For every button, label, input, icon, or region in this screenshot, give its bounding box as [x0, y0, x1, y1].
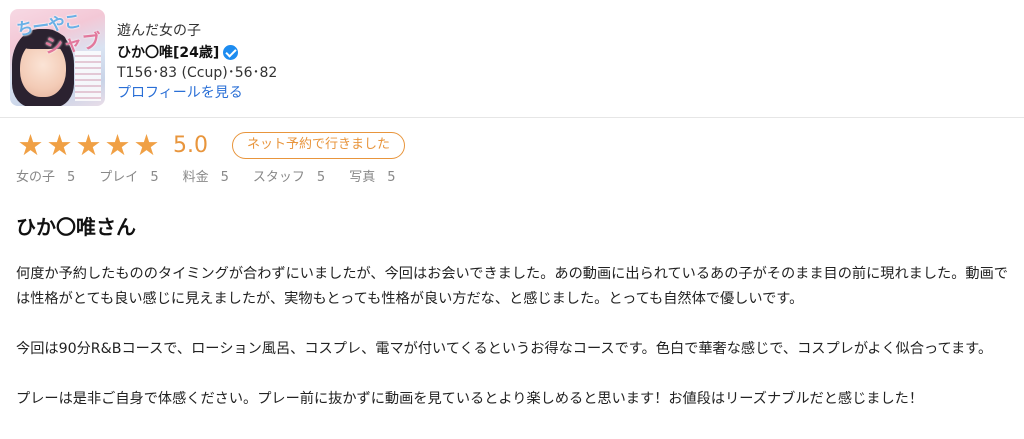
review-body: 何度か予約したもののタイミングが合わずにいましたが、今回はお会いできました。あの…	[16, 262, 1014, 437]
review-paragraph: 今回は90分R&Bコースで、ローション風呂、コスプレ、電マが付いてくるというお得…	[16, 341, 993, 357]
sub-rating-label: プレイ	[99, 170, 139, 185]
sub-rating-value: 5	[150, 170, 159, 185]
girl-info: 遊んだ女の子 ひか〇唯[24歳] T156･83 (Ccup)･56･82 プロ…	[117, 22, 277, 102]
sub-rating-label: スタッフ	[252, 170, 305, 185]
sub-rating-girl: 女の子 5	[16, 166, 75, 185]
sub-rating-value: 5	[387, 170, 396, 185]
sub-rating-price: 料金 5	[183, 166, 229, 185]
sub-rating-label: 料金	[182, 170, 209, 185]
sub-rating-value: 5	[316, 170, 326, 185]
avatar-side-panel	[75, 51, 101, 101]
girl-label: 遊んだ女の子	[117, 23, 201, 39]
sub-rating-photo: 写真 5	[349, 166, 395, 185]
visit-type-badge: ネット予約で行きました	[232, 131, 406, 159]
sub-rating-value: 5	[67, 170, 76, 185]
girl-spec: T156･83 (Ccup)･56･82	[117, 65, 278, 81]
girl-avatar[interactable]: ちーやこ シャブ	[10, 9, 105, 106]
girl-name-row: ひか〇唯[24歳]	[117, 42, 277, 62]
star-icon: ★	[133, 127, 160, 162]
star-icon: ★	[75, 127, 102, 162]
star-icon: ★	[46, 127, 73, 162]
sub-rating-value: 5	[220, 170, 229, 185]
star-rating: ★ ★ ★ ★ ★	[16, 127, 161, 162]
verified-badge-icon	[223, 44, 239, 60]
review-title: ひか〇唯さん	[16, 215, 136, 239]
rating-score: 5.0	[173, 132, 208, 158]
review-paragraph: 何度か予約したもののタイミングが合わずにいましたが、今回はお会いできました。あの…	[16, 266, 1008, 307]
star-icon: ★	[17, 127, 44, 162]
sub-rating-label: 女の子	[16, 170, 56, 185]
sub-rating-play: プレイ 5	[99, 166, 158, 185]
girl-header: ちーやこ シャブ 遊んだ女の子 ひか〇唯[24歳] T156･83 (Ccup)…	[0, 0, 1024, 118]
profile-link[interactable]: プロフィールを見る	[117, 84, 243, 102]
rating-row: ★ ★ ★ ★ ★ 5.0 ネット予約で行きました	[16, 127, 406, 162]
sub-rating-staff: スタッフ 5	[253, 166, 325, 185]
girl-name: ひか〇唯[24歳]	[117, 45, 220, 61]
review-paragraph: プレーは是非ご自身で体感ください。プレー前に抜かずに動画を見ているとより楽しめる…	[16, 391, 924, 407]
sub-rating-label: 写真	[349, 170, 376, 185]
sub-ratings: 女の子 5 プレイ 5 料金 5 スタッフ 5 写真 5	[16, 166, 419, 185]
star-icon: ★	[104, 127, 131, 162]
